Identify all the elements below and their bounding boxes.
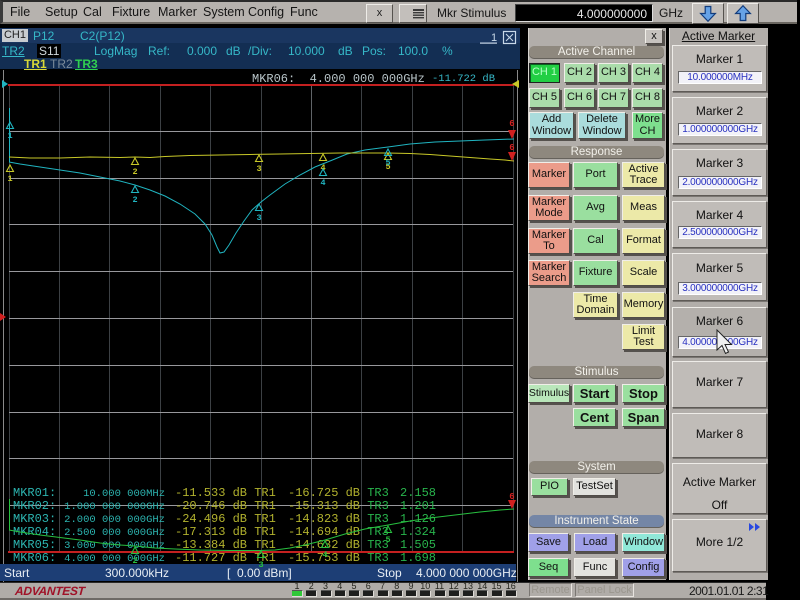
- svg-text:4: 4: [320, 178, 325, 188]
- svg-text:3: 3: [256, 213, 261, 223]
- svg-text:3: 3: [256, 164, 261, 174]
- svg-text:2: 2: [132, 556, 137, 566]
- svg-text:4: 4: [322, 550, 327, 560]
- svg-text:1: 1: [7, 131, 12, 141]
- svg-text:2: 2: [132, 167, 137, 177]
- svg-text:6: 6: [509, 119, 514, 129]
- svg-text:3: 3: [258, 560, 263, 570]
- svg-text:1: 1: [7, 174, 12, 184]
- svg-text:6: 6: [509, 143, 514, 153]
- svg-text:5: 5: [385, 535, 390, 545]
- svg-text:5: 5: [385, 158, 390, 168]
- svg-text:2: 2: [132, 195, 137, 205]
